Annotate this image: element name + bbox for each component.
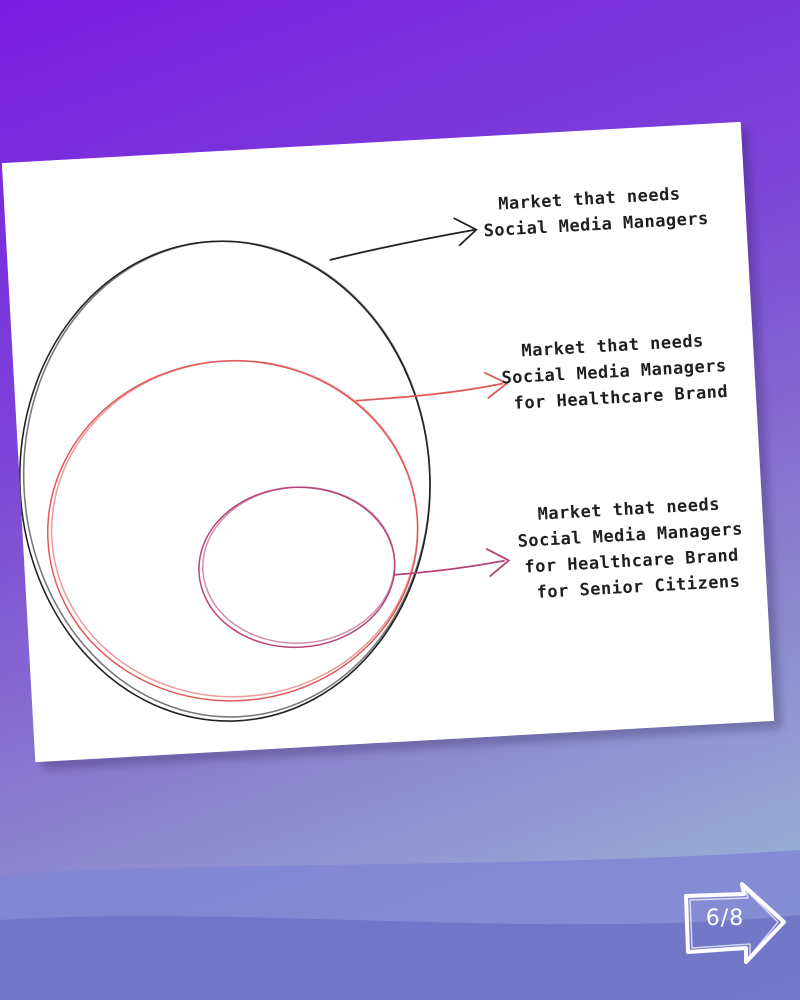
healthcare-market-circle [47, 359, 419, 702]
market-label-line: Social Media Managers [483, 209, 709, 242]
market-label: Market that needs Social Media Managers [482, 183, 710, 242]
senior-label-line: for Senior Citizens [536, 572, 741, 603]
page-indicator: 6/8 [705, 906, 745, 931]
healthcare-label-line: Market that needs [521, 331, 704, 361]
senior-market-circle [198, 486, 396, 649]
senior-label: Market that needs Social Media Managers … [516, 493, 757, 604]
market-label-line: Market that needs [498, 184, 681, 214]
healthcare-label-line: for Healthcare Brand [513, 382, 728, 414]
outer-market-circle [19, 240, 431, 722]
arrow-to-market-label [329, 217, 478, 261]
nested-market-diagram: Market that needs Social Media Managers … [19, 183, 757, 722]
healthcare-label: Market that needs Social Media Managers … [500, 329, 740, 414]
arrow-to-healthcare-label [355, 371, 509, 402]
senior-label-line: Market that needs [537, 495, 720, 525]
diagram-card: Market that needs Social Media Managers … [1, 121, 775, 763]
